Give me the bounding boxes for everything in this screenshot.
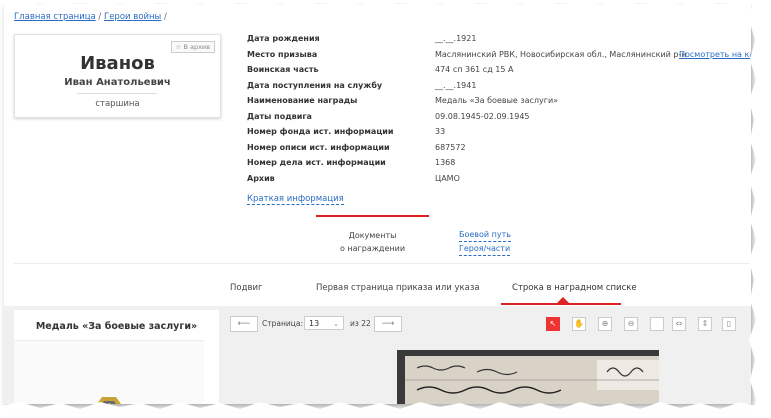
tab-battle-path[interactable]: Боевой путь Героя/части xyxy=(459,228,511,256)
info-value: Медаль «За боевые заслуги» xyxy=(435,96,559,105)
zoom-out-icon: ⊖ xyxy=(627,319,635,328)
tab-path-line2: Героя/части xyxy=(459,242,511,256)
person-rank: старшина xyxy=(95,99,140,109)
medal-title: Медаль «За боевые заслуги» xyxy=(35,321,198,332)
fit-width-icon: ⇔ xyxy=(675,319,683,328)
info-value: 687572 xyxy=(435,142,466,152)
breadcrumb-home[interactable]: Главная страница xyxy=(14,12,96,22)
zoom-in-button[interactable]: ⊕ xyxy=(598,317,612,331)
person-surname: Иванов xyxy=(80,53,155,74)
medal-panel: Медаль «За боевые заслуги» xyxy=(14,310,219,404)
page-select-value: 13 xyxy=(309,319,320,328)
tab-path-line1: Боевой путь xyxy=(459,228,511,242)
subtab-order-first-page[interactable]: Первая страница приказа или указа xyxy=(316,283,480,293)
breadcrumb-tail: / xyxy=(161,12,167,22)
two-pages-icon: ▯ xyxy=(726,319,732,328)
arrow-left-icon: ⟵ xyxy=(237,319,251,329)
zoom-out-button[interactable]: ⊖ xyxy=(624,317,638,331)
zoom-in-icon: ⊕ xyxy=(601,319,609,328)
medal-image xyxy=(14,340,204,404)
info-label: Наименование награды xyxy=(247,96,358,105)
info-label: Номер дела ист. информации xyxy=(247,158,386,167)
info-value: 1368 xyxy=(435,158,456,167)
torn-edge-top xyxy=(0,0,771,7)
cursor-icon: ↖ xyxy=(549,319,557,328)
fit-width-button[interactable]: ⇔ xyxy=(672,317,686,331)
fit-height-icon: ⇕ xyxy=(701,319,709,328)
active-tab-underline xyxy=(501,303,621,305)
tab-documents-line2: о награждении xyxy=(339,244,406,253)
info-value: 33 xyxy=(435,127,446,136)
document-scan[interactable] xyxy=(397,350,659,404)
document-scan-image xyxy=(397,350,659,404)
view-on-map-link[interactable]: Посмотреть на карте xyxy=(679,50,751,59)
next-page-button[interactable]: ⟶ xyxy=(374,316,402,332)
tab-documents-line1: Документы xyxy=(348,231,397,240)
page-label: Страница: xyxy=(262,319,303,328)
fit-height-button[interactable]: ⇕ xyxy=(698,317,712,331)
info-value: __.__.1921 xyxy=(435,34,477,43)
info-label: Номер фонда ист. информации xyxy=(247,127,394,136)
person-card: ☆ В архив Иванов Иван Анатольевич старши… xyxy=(14,34,221,118)
fit-page-button[interactable] xyxy=(650,317,664,331)
page-total: из 22 xyxy=(350,319,371,328)
info-value: 474 сп 361 сд 15 А xyxy=(435,65,514,74)
info-value: ЦАМО xyxy=(435,173,460,183)
pointer-tool-button[interactable]: ↖ xyxy=(546,317,560,331)
add-to-archive-button[interactable]: ☆ В архив xyxy=(170,41,215,53)
info-label: Даты подвига xyxy=(247,111,312,121)
hand-tool-button[interactable]: ✋ xyxy=(572,317,586,331)
archive-button-label: В архив xyxy=(183,43,210,51)
breadcrumb: Главная страница / Герои войны / xyxy=(14,12,167,22)
breadcrumb-heroes[interactable]: Герои войны xyxy=(104,12,161,22)
page-frame: Главная страница / Герои войны / ☆ В арх… xyxy=(4,4,751,404)
person-given-names: Иван Анатольевич xyxy=(64,77,171,88)
card-divider xyxy=(77,93,157,94)
prev-page-button[interactable]: ⟵ xyxy=(230,316,258,332)
torn-edge-right xyxy=(749,0,771,418)
page-select[interactable]: 13 ⌄ xyxy=(304,316,344,330)
chevron-down-icon: ⌄ xyxy=(333,320,339,328)
info-label: Место призыва xyxy=(247,49,318,59)
info-value: __.__.1941 xyxy=(435,80,477,90)
subtab-feat[interactable]: Подвиг xyxy=(230,283,262,293)
info-label: Дата поступления на службу xyxy=(247,80,383,90)
info-label: Архив xyxy=(247,173,275,183)
info-label: Воинская часть xyxy=(247,65,319,74)
info-label: Номер описи ист. информации xyxy=(247,142,390,152)
info-value: Маслянинский РВК, Новосибирская обл., Ма… xyxy=(435,49,687,59)
arrow-right-icon: ⟶ xyxy=(381,319,395,329)
info-value: 09.08.1945-02.09.1945 xyxy=(435,111,530,121)
two-pages-button[interactable]: ▯ xyxy=(722,317,736,331)
info-label: Дата рождения xyxy=(247,34,320,43)
medal-ribbon-icon xyxy=(97,397,121,404)
breadcrumb-separator: / xyxy=(95,12,105,22)
star-icon: ☆ xyxy=(175,43,182,51)
brief-info-link[interactable]: Краткая информация xyxy=(247,194,344,205)
subtab-award-list-row[interactable]: Строка в наградном списке xyxy=(512,283,637,293)
tab-award-documents[interactable]: Документы о награждении xyxy=(316,215,429,269)
hand-icon: ✋ xyxy=(574,319,584,328)
torn-edge-bottom xyxy=(0,402,771,412)
section-divider xyxy=(14,263,751,264)
